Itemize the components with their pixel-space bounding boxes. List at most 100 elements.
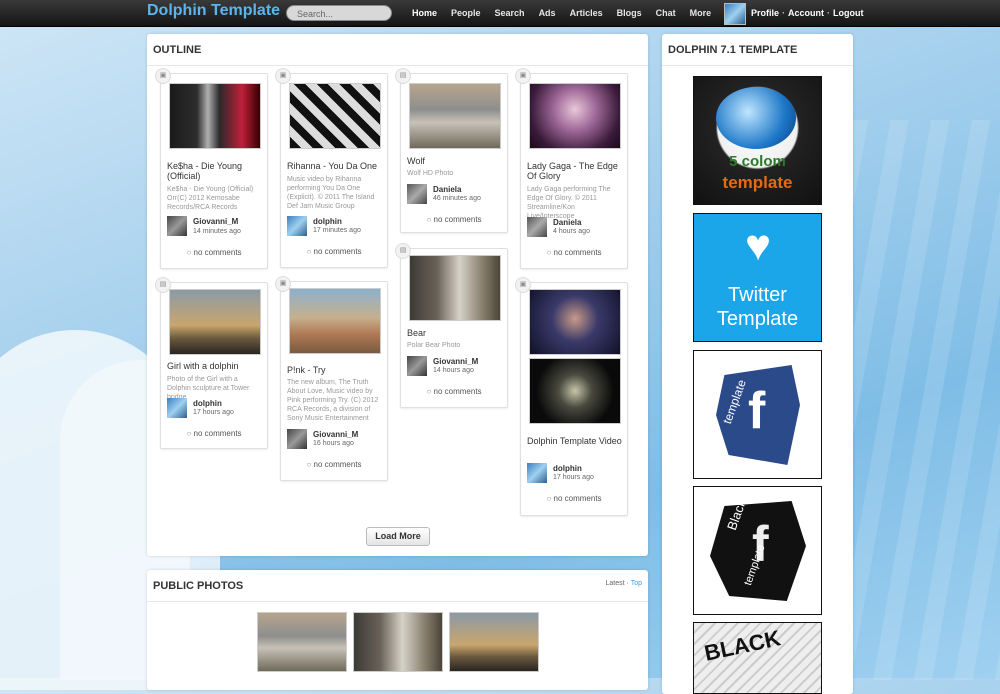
nav-people[interactable]: People xyxy=(451,0,481,26)
public-photos-title: PUBLIC PHOTOS xyxy=(153,580,244,592)
sidebar-banner-twitter[interactable]: ♥ Twitter Template xyxy=(693,213,822,342)
video-thumbnail[interactable] xyxy=(289,288,381,354)
banner-line1: Twitter xyxy=(728,284,787,306)
comment-icon: ○ xyxy=(426,387,434,396)
nav-home[interactable]: Home xyxy=(412,0,437,26)
video-thumbnail[interactable] xyxy=(529,289,621,355)
user-avatar[interactable] xyxy=(724,3,746,25)
load-more-button[interactable]: Load More xyxy=(366,527,430,546)
comments-count: no comments xyxy=(433,387,482,396)
author-avatar[interactable] xyxy=(527,217,547,237)
comments-link[interactable]: ○ no comments xyxy=(281,247,387,256)
nav-search[interactable]: Search xyxy=(495,0,525,26)
card-title[interactable]: Dolphin Template Video xyxy=(527,436,623,446)
nav-chat[interactable]: Chat xyxy=(656,0,676,26)
comment-icon: ○ xyxy=(306,460,314,469)
card-description: The new album, The Truth About Love, Mus… xyxy=(287,379,379,422)
author-avatar[interactable] xyxy=(407,356,427,376)
card-title[interactable]: Rihanna - You Da One xyxy=(287,161,383,171)
public-photo-thumbnail[interactable] xyxy=(257,612,347,672)
post-time: 46 minutes ago xyxy=(433,195,481,202)
outline-card[interactable]: ▣ Rihanna - You Da One Music video by Ri… xyxy=(275,68,388,268)
profile-link[interactable]: Profile xyxy=(751,8,779,18)
photo-thumbnail[interactable] xyxy=(409,83,501,149)
comments-link[interactable]: ○ no comments xyxy=(281,460,387,469)
divider xyxy=(147,65,648,66)
sidebar-banner-facebook[interactable]: f template xyxy=(693,350,822,479)
public-photo-thumbnail[interactable] xyxy=(353,612,443,672)
account-link[interactable]: Account xyxy=(788,8,824,18)
author-name[interactable]: Giovanni_M xyxy=(193,217,238,226)
comments-link[interactable]: ○ no comments xyxy=(521,494,627,503)
card-title[interactable]: Bear xyxy=(407,328,503,338)
divider xyxy=(147,601,648,602)
author-avatar[interactable] xyxy=(167,216,187,236)
divider xyxy=(662,65,853,66)
top-bar: Dolphin Template Search... Home People S… xyxy=(0,0,1000,27)
video-icon: ▣ xyxy=(155,68,171,84)
outline-card[interactable]: ▣ Lady Gaga - The Edge Of Glory Lady Gag… xyxy=(515,68,628,269)
outline-card[interactable]: ▣ Dolphin Template Video dolphin 17 hour… xyxy=(515,277,628,516)
author-avatar[interactable] xyxy=(287,216,307,236)
comments-count: no comments xyxy=(193,429,242,438)
background-rays xyxy=(850,120,1000,680)
outline-card[interactable]: ▤ Bear Polar Bear Photo Giovanni_M 14 ho… xyxy=(395,243,508,408)
photo-thumbnail[interactable] xyxy=(409,255,501,321)
site-logo[interactable]: Dolphin Template xyxy=(147,2,280,20)
menu-separator: · xyxy=(782,8,786,18)
author-avatar[interactable] xyxy=(287,429,307,449)
tab-latest[interactable]: Latest xyxy=(606,580,625,587)
comments-link[interactable]: ○ no comments xyxy=(161,248,267,257)
sidebar-banner-5-colom[interactable]: 5 colom template xyxy=(693,76,822,205)
card-title[interactable]: Wolf xyxy=(407,156,503,166)
author-name[interactable]: dolphin xyxy=(193,399,222,408)
post-time: 17 hours ago xyxy=(193,409,234,416)
comment-icon: ○ xyxy=(426,215,434,224)
tab-top[interactable]: Top xyxy=(631,580,642,587)
sidebar-banner-black[interactable]: f Black template xyxy=(693,486,822,615)
outline-card[interactable]: ▣ P!nk - Try The new album, The Truth Ab… xyxy=(275,276,388,481)
banner-line2: Template xyxy=(716,308,799,330)
nav-articles[interactable]: Articles xyxy=(570,0,603,26)
card-title[interactable]: Girl with a dolphin xyxy=(167,361,263,371)
post-time: 14 minutes ago xyxy=(193,228,241,235)
comment-icon: ○ xyxy=(546,248,554,257)
author-avatar[interactable] xyxy=(407,184,427,204)
photo-thumbnail[interactable] xyxy=(169,289,261,355)
author-name[interactable]: dolphin xyxy=(553,464,582,473)
author-name[interactable]: dolphin xyxy=(313,217,342,226)
video-thumbnail[interactable] xyxy=(169,83,261,149)
post-time: 4 hours ago xyxy=(553,228,590,235)
nav-blogs[interactable]: Blogs xyxy=(617,0,642,26)
search-input[interactable]: Search... xyxy=(286,5,392,21)
sidebar-title: DOLPHIN 7.1 TEMPLATE xyxy=(668,44,798,56)
comments-link[interactable]: ○ no comments xyxy=(401,215,507,224)
outline-title: OUTLINE xyxy=(153,44,202,56)
video-thumbnail[interactable] xyxy=(529,358,621,424)
author-avatar[interactable] xyxy=(167,398,187,418)
comments-link[interactable]: ○ no comments xyxy=(521,248,627,257)
card-title[interactable]: Lady Gaga - The Edge Of Glory xyxy=(527,161,623,181)
public-photo-thumbnail[interactable] xyxy=(449,612,539,672)
sidebar-banner-black-2[interactable]: BLACK xyxy=(693,622,822,694)
logout-link[interactable]: Logout xyxy=(833,8,864,18)
author-name[interactable]: Giovanni_M xyxy=(433,357,478,366)
comments-count: no comments xyxy=(313,460,362,469)
outline-card[interactable]: ▣ Ke$ha - Die Young (Official) Ke$ha - D… xyxy=(155,68,268,269)
comments-link[interactable]: ○ no comments xyxy=(401,387,507,396)
author-avatar[interactable] xyxy=(527,463,547,483)
card-title[interactable]: Ke$ha - Die Young (Official) xyxy=(167,161,263,181)
comments-link[interactable]: ○ no comments xyxy=(161,429,267,438)
post-time: 16 hours ago xyxy=(313,440,354,447)
outline-card[interactable]: ▤ Wolf Wolf HD Photo Daniela 46 minutes … xyxy=(395,68,508,233)
nav-ads[interactable]: Ads xyxy=(539,0,556,26)
card-title[interactable]: P!nk - Try xyxy=(287,365,383,375)
comment-icon: ○ xyxy=(546,494,554,503)
author-name[interactable]: Giovanni_M xyxy=(313,430,358,439)
author-name[interactable]: Daniela xyxy=(553,218,581,227)
nav-more[interactable]: More xyxy=(690,0,712,26)
author-name[interactable]: Daniela xyxy=(433,185,461,194)
video-thumbnail[interactable] xyxy=(529,83,621,149)
outline-card[interactable]: ▤ Girl with a dolphin Photo of the Girl … xyxy=(155,277,268,449)
video-thumbnail[interactable] xyxy=(289,83,381,149)
